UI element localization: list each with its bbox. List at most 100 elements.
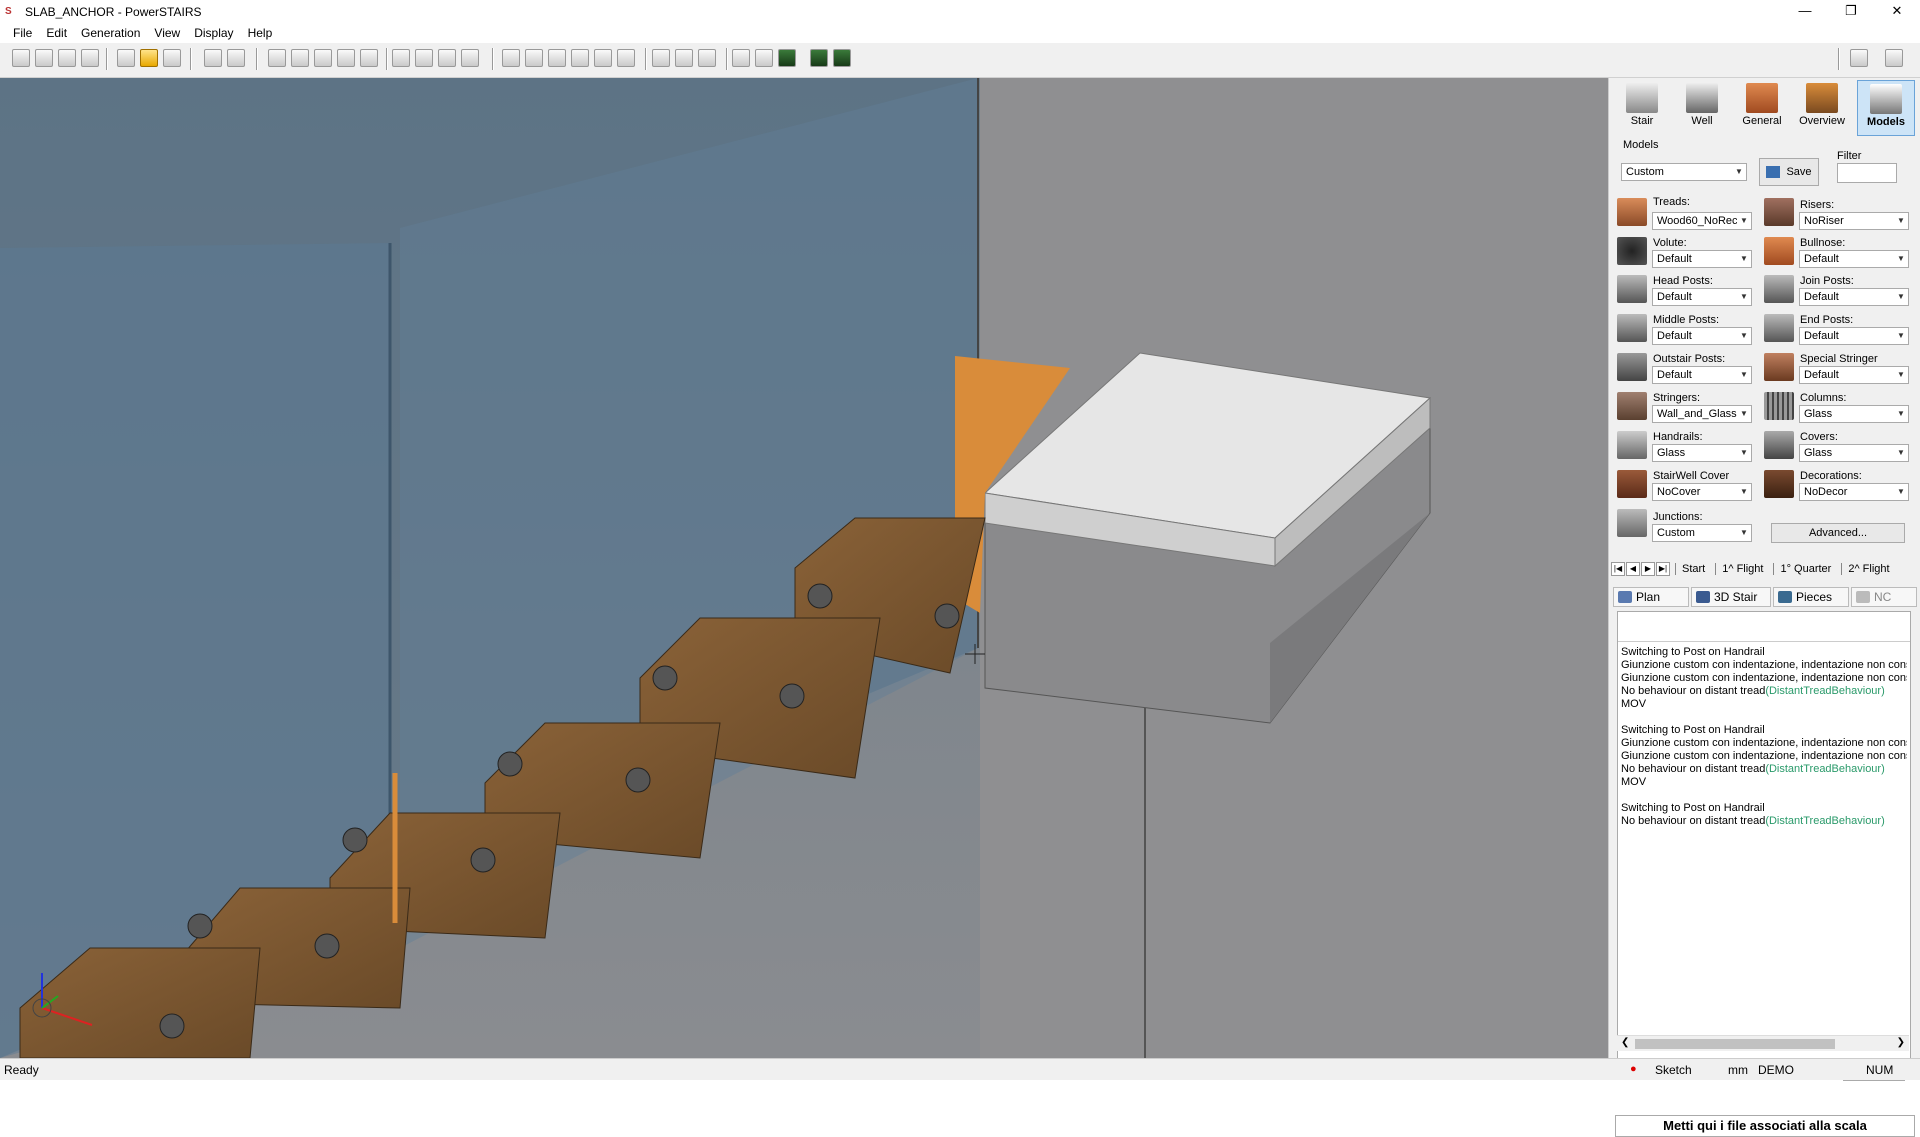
title-bar: S SLAB_ANCHOR - PowerSTAIRS — ❐ ✕: [0, 0, 1920, 23]
tab-overview[interactable]: Overview: [1793, 80, 1851, 136]
scroll-thumb[interactable]: [1635, 1039, 1835, 1049]
menu-view[interactable]: View: [147, 26, 187, 40]
junctions-select[interactable]: Custom ▼: [1652, 524, 1752, 542]
orbit-icon[interactable]: [652, 49, 670, 67]
pencil-icon[interactable]: [140, 49, 158, 67]
tab-general[interactable]: General: [1733, 80, 1791, 136]
bullnose-select[interactable]: Default ▼: [1799, 250, 1909, 268]
covers-select[interactable]: Glass ▼: [1799, 444, 1909, 462]
volute-select[interactable]: Default ▼: [1652, 250, 1752, 268]
flight-tab-start[interactable]: Start: [1675, 563, 1711, 575]
tab-plan[interactable]: Plan: [1613, 587, 1689, 607]
view-top-icon[interactable]: [594, 49, 612, 67]
view-front-icon[interactable]: [502, 49, 520, 67]
tab-models[interactable]: Models: [1857, 80, 1915, 136]
end-posts-label: End Posts:: [1800, 314, 1854, 326]
tab-3d-stair[interactable]: 3D Stair: [1691, 587, 1771, 607]
scroll-left-icon[interactable]: ❮: [1621, 1037, 1629, 1048]
restore-icon[interactable]: ❐: [1828, 0, 1874, 23]
menu-file[interactable]: File: [6, 26, 39, 40]
end-posts-select[interactable]: Default ▼: [1799, 327, 1909, 345]
view-back-icon[interactable]: [525, 49, 543, 67]
open-icon[interactable]: [35, 49, 53, 67]
view-left-icon[interactable]: [548, 49, 566, 67]
decorations-select[interactable]: NoDecor ▼: [1799, 483, 1909, 501]
filter-input[interactable]: [1837, 163, 1897, 183]
cut-icon[interactable]: [204, 49, 222, 67]
wireframe-icon[interactable]: [732, 49, 750, 67]
head-posts-select[interactable]: Default ▼: [1652, 288, 1752, 306]
tab-pieces[interactable]: Pieces: [1773, 587, 1849, 607]
volute-icon: [1617, 237, 1647, 265]
handrails-select[interactable]: Glass ▼: [1652, 444, 1752, 462]
report-icon[interactable]: [438, 49, 456, 67]
advanced-button[interactable]: Advanced...: [1771, 523, 1905, 543]
chevron-down-icon: ▼: [1737, 406, 1751, 422]
hidden-line-icon[interactable]: [755, 49, 773, 67]
scroll-right-icon[interactable]: ❯: [1897, 1037, 1905, 1048]
log-horizontal-scrollbar[interactable]: ❮ ❯: [1617, 1035, 1909, 1051]
eraser-icon[interactable]: [163, 49, 181, 67]
minimize-icon[interactable]: —: [1782, 0, 1828, 23]
covers-value: Glass: [1804, 447, 1833, 459]
outstair-posts-select[interactable]: Default ▼: [1652, 366, 1752, 384]
3d-viewport[interactable]: [0, 78, 1608, 1058]
columns-select[interactable]: Glass ▼: [1799, 405, 1909, 423]
tab-nc-code[interactable]: NC Code: [1851, 587, 1917, 623]
stringers-select[interactable]: Wall_and_Glass ▼: [1652, 405, 1752, 423]
user-icon[interactable]: [1850, 49, 1868, 67]
menu-edit[interactable]: Edit: [39, 26, 74, 40]
view-right-icon[interactable]: [571, 49, 589, 67]
stairwell-cover-select[interactable]: NoCover ▼: [1652, 483, 1752, 501]
risers-select[interactable]: NoRiser ▼: [1799, 212, 1909, 230]
rendered-icon[interactable]: [810, 49, 828, 67]
zoom-window-icon[interactable]: [268, 49, 286, 67]
flight-tab-2nd-flight[interactable]: 2^ Flight: [1841, 563, 1895, 575]
special-stringer-select[interactable]: Default ▼: [1799, 366, 1909, 384]
chevron-down-icon: ▼: [1737, 328, 1751, 344]
print-icon[interactable]: [58, 49, 76, 67]
menu-help[interactable]: Help: [241, 26, 280, 40]
first-icon[interactable]: |◀: [1611, 562, 1625, 576]
textured-icon[interactable]: [833, 49, 851, 67]
log-line: No behaviour on distant tread(DistantTre…: [1621, 685, 1885, 697]
treads-select[interactable]: Wood60_NoRec ▼: [1652, 212, 1752, 230]
layers-icon[interactable]: [117, 49, 135, 67]
close-icon[interactable]: ✕: [1874, 0, 1920, 23]
tab-models-label: Models: [1867, 116, 1905, 128]
mail-icon[interactable]: [1885, 49, 1903, 67]
zoom-out-icon[interactable]: [314, 49, 332, 67]
lightbulb-icon[interactable]: [461, 49, 479, 67]
menu-generation[interactable]: Generation: [74, 26, 147, 40]
help-pointer-icon[interactable]: [415, 49, 433, 67]
models-section-label: Models: [1623, 139, 1659, 151]
measure-icon[interactable]: [392, 49, 410, 67]
tab-stair[interactable]: Stair: [1613, 80, 1671, 136]
file-dropzone[interactable]: Metti qui i file associati alla scala: [1615, 1115, 1915, 1137]
prev-icon[interactable]: ◀: [1626, 562, 1640, 576]
flight-tab-1st-quarter[interactable]: 1° Quarter: [1773, 563, 1837, 575]
menu-display[interactable]: Display: [187, 26, 240, 40]
junctions-label: Junctions:: [1653, 511, 1703, 523]
cut-all-icon[interactable]: [227, 49, 245, 67]
middle-posts-select[interactable]: Default ▼: [1652, 327, 1752, 345]
walk-icon[interactable]: [675, 49, 693, 67]
toolbar-separator: [645, 48, 647, 70]
tab-well[interactable]: Well: [1673, 80, 1731, 136]
rotate-icon[interactable]: [360, 49, 378, 67]
shaded-icon[interactable]: [778, 49, 796, 67]
flight-tab-1st-flight[interactable]: 1^ Flight: [1715, 563, 1769, 575]
view-iso-icon[interactable]: [617, 49, 635, 67]
print-preview-icon[interactable]: [81, 49, 99, 67]
last-icon[interactable]: ▶|: [1656, 562, 1670, 576]
join-posts-select[interactable]: Default ▼: [1799, 288, 1909, 306]
save-button[interactable]: Save: [1759, 158, 1819, 186]
new-icon[interactable]: [12, 49, 30, 67]
zoom-extents-icon[interactable]: [337, 49, 355, 67]
window-title: SLAB_ANCHOR - PowerSTAIRS: [25, 4, 202, 19]
middle-posts-label: Middle Posts:: [1653, 314, 1720, 326]
camera-icon[interactable]: [698, 49, 716, 67]
zoom-in-icon[interactable]: [291, 49, 309, 67]
models-select[interactable]: Custom ▼: [1621, 163, 1747, 181]
next-icon[interactable]: ▶: [1641, 562, 1655, 576]
